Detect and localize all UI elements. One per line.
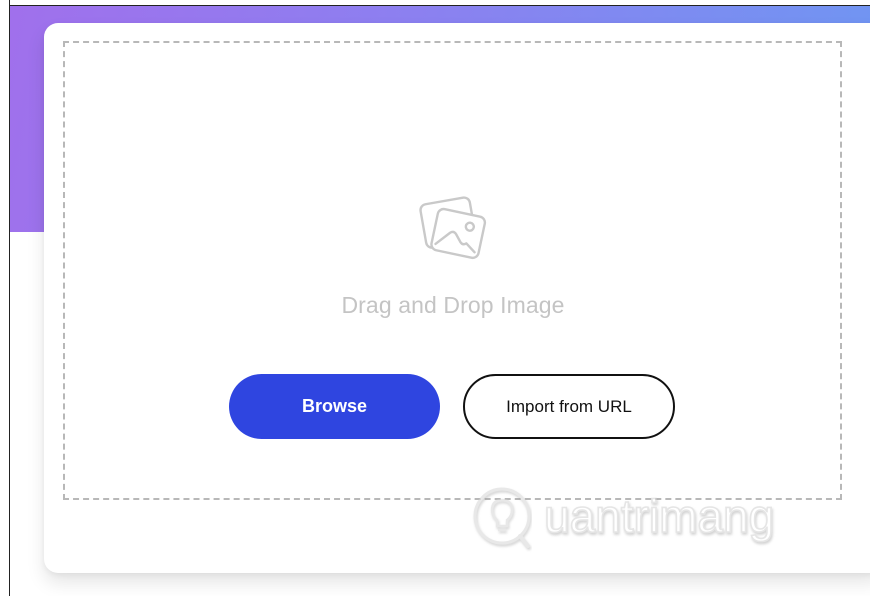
import-from-url-button[interactable]: Import from URL bbox=[463, 374, 675, 439]
browse-button[interactable]: Browse bbox=[229, 374, 440, 439]
drag-drop-label: Drag and Drop Image bbox=[341, 292, 565, 318]
svg-text:uantrimang: uantrimang bbox=[544, 490, 774, 542]
image-icon bbox=[419, 196, 487, 260]
watermark-logo: uantrimang bbox=[473, 487, 775, 548]
image-dropzone[interactable] bbox=[63, 41, 842, 500]
